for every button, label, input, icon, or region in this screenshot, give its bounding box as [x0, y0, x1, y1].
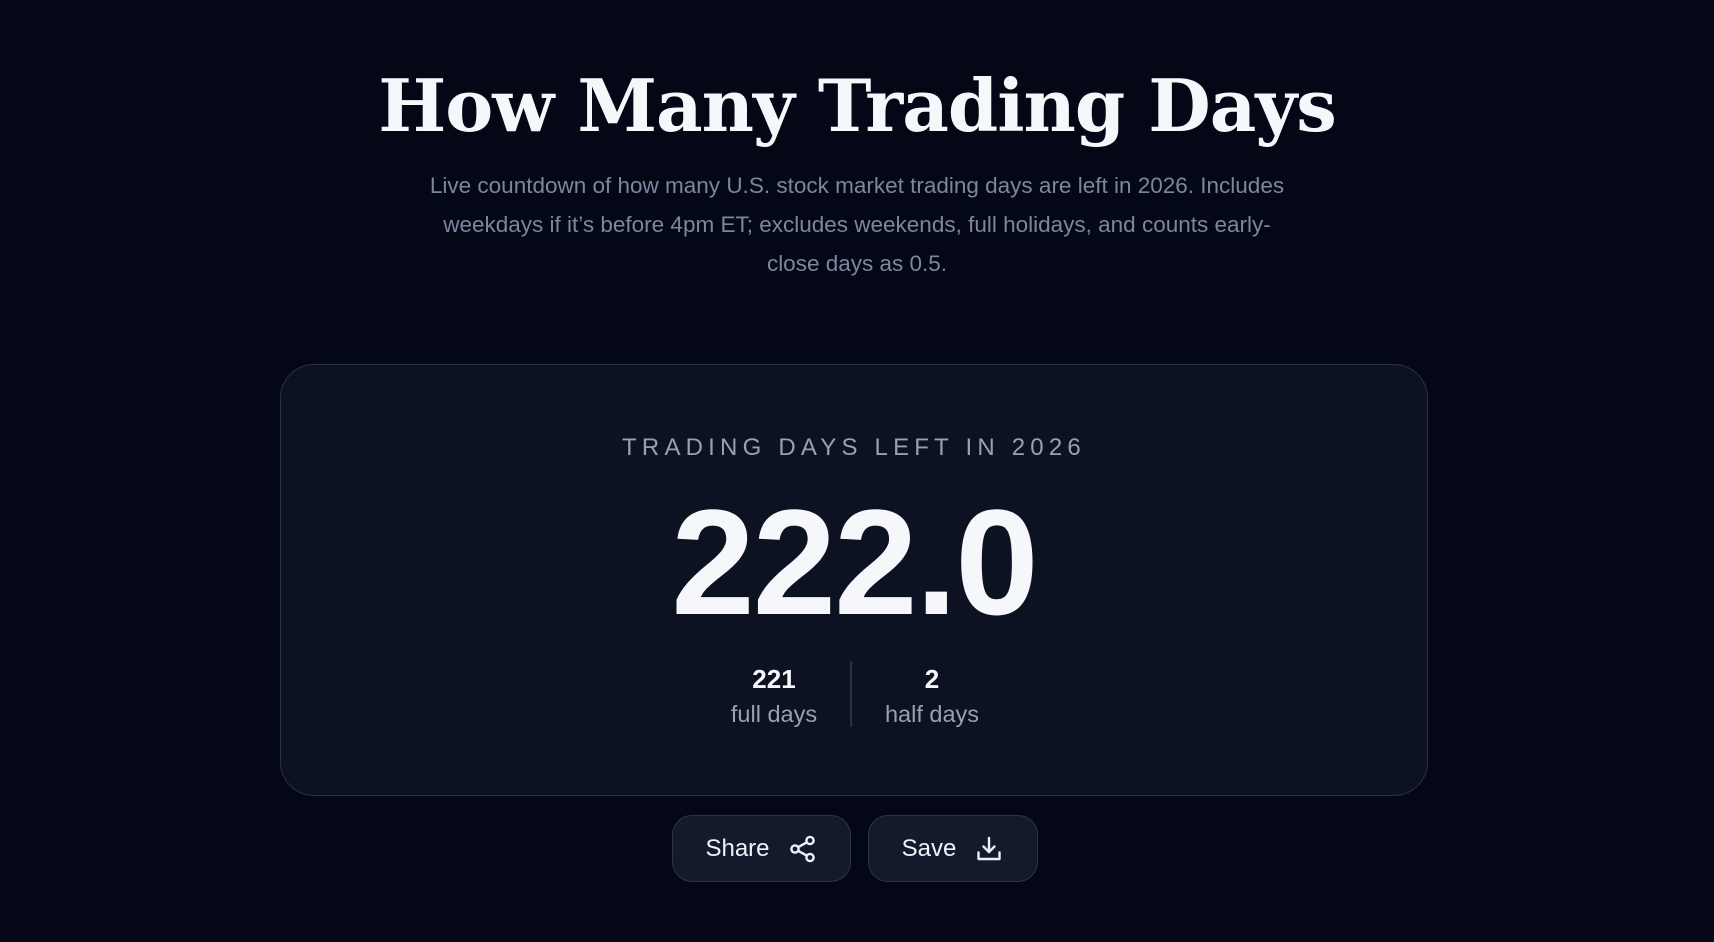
half-days-label: half days [884, 701, 980, 727]
full-days-stat: 221 full days [704, 661, 844, 731]
half-days-stat: 2 half days [862, 661, 1002, 731]
save-button-label: Save [901, 834, 957, 862]
save-button[interactable]: Save [868, 815, 1038, 882]
share-icon [788, 834, 818, 864]
full-days-label: full days [730, 701, 818, 727]
full-days-value: 221 [752, 664, 796, 694]
days-breakdown: 221 full days 2 half days [281, 661, 1427, 727]
page-title: How Many Trading Days [378, 63, 1337, 148]
breakdown-divider [850, 661, 852, 727]
trading-days-count: 222.0 [671, 478, 1038, 646]
share-button-label: Share [705, 834, 770, 862]
share-button[interactable]: Share [672, 815, 851, 882]
trading-days-card: TRADING DAYS LEFT IN 2026 222.0 221 full… [280, 364, 1428, 796]
half-days-value: 2 [924, 664, 940, 694]
counter-label: TRADING DAYS LEFT IN 2026 [622, 434, 1086, 461]
download-icon [974, 834, 1004, 864]
page-subtitle: Live countdown of how many U.S. stock ma… [429, 173, 1285, 276]
